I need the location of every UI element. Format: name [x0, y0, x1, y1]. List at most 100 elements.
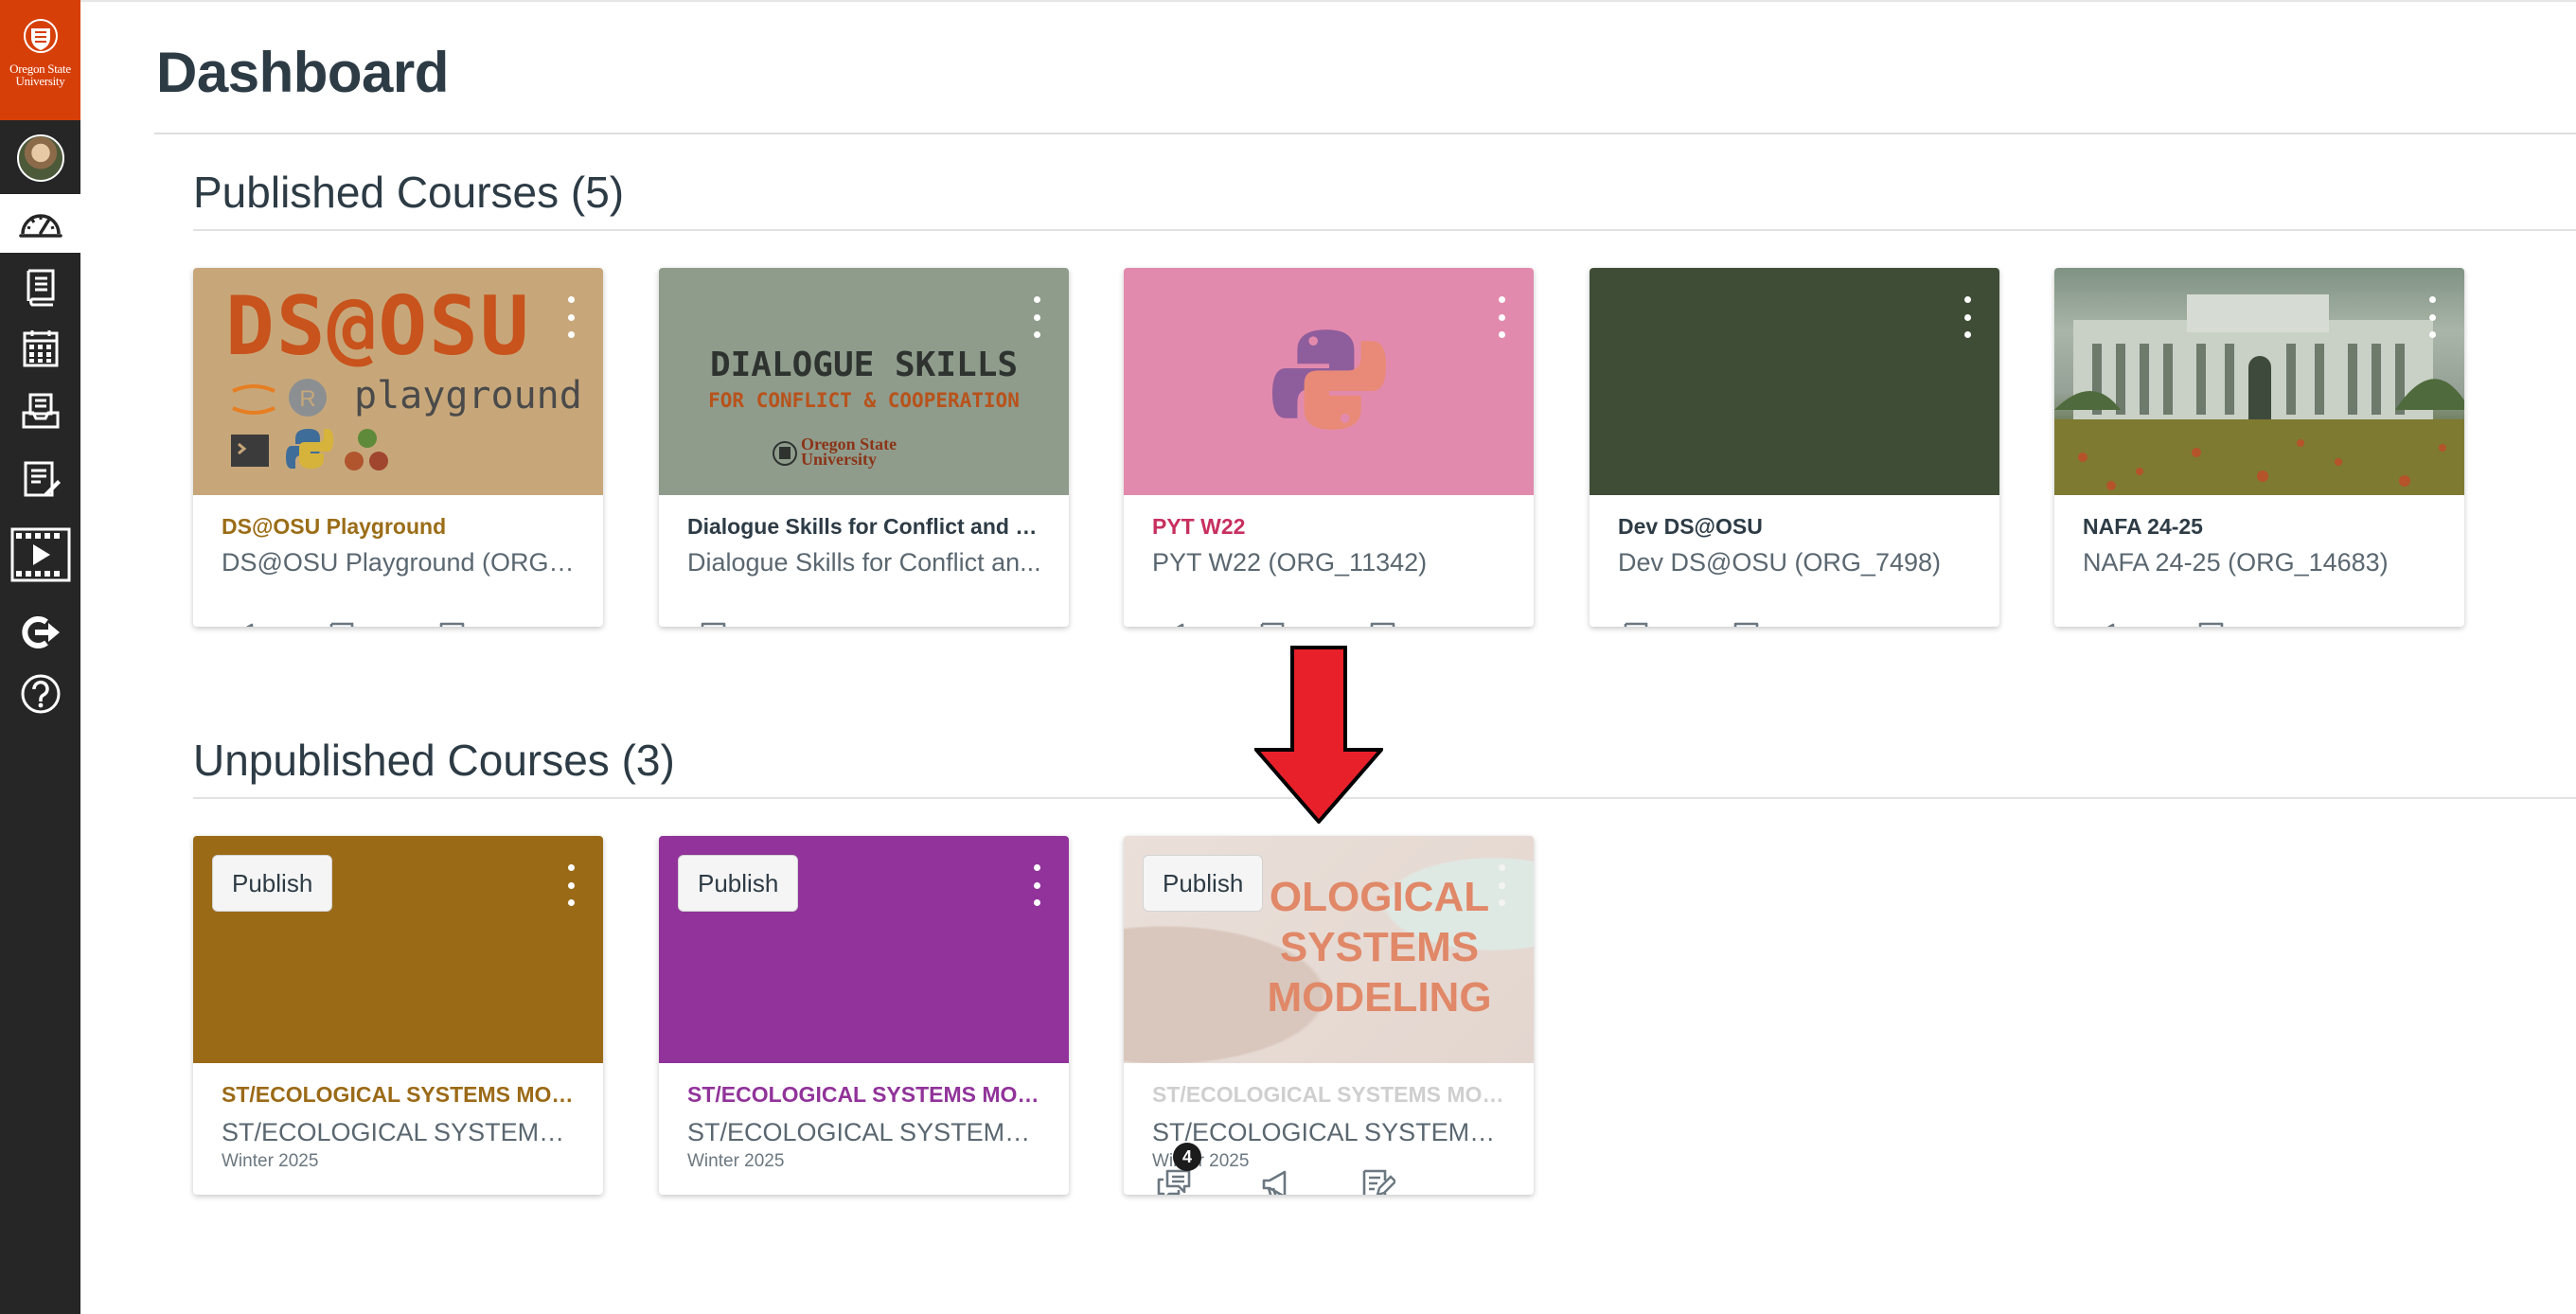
course-card-dev-ds-osu[interactable]: Dev DS@OSU Dev DS@OSU (ORG_7498)	[1590, 268, 1999, 627]
discussions-icon[interactable]: 4	[1150, 1143, 1201, 1195]
building-image	[2054, 294, 2464, 495]
global-nav: Oregon State University	[0, 0, 80, 1314]
course-card-dialogue-skills[interactable]: DIALOGUE SKILLS FOR CONFLICT & COOPERATI…	[659, 268, 1069, 627]
nav-item-logout[interactable]	[0, 603, 80, 662]
course-name: Dialogue Skills for Conflict an...	[687, 548, 1041, 577]
publish-button[interactable]: Publish	[678, 855, 799, 912]
course-card-st-ecological-3[interactable]: OLOGICAL SYSTEMS MODELING Publish ST/ECO…	[1124, 836, 1534, 1195]
course-card-st-ecological-2[interactable]: Publish ST/ECOLOGICAL SYSTEMS MOD... ST/…	[659, 836, 1069, 1195]
course-card-nafa-24-25[interactable]: NAFA 24-25 NAFA 24-25 (ORG_14683)	[2054, 268, 2464, 627]
calendar-icon	[23, 330, 58, 367]
assignments-icon[interactable]	[1616, 614, 1663, 627]
logo-line2: University	[15, 74, 65, 88]
published-divider	[193, 229, 2576, 231]
discussions-icon[interactable]	[1355, 614, 1402, 627]
nav-item-help[interactable]	[0, 665, 80, 723]
unread-badge: 4	[1173, 1143, 1201, 1171]
card-action-icons: 4	[1150, 1143, 1402, 1195]
nav-item-calendar[interactable]	[0, 319, 80, 378]
announcements-icon[interactable]	[1150, 614, 1198, 627]
course-card-hero[interactable]	[1590, 268, 1999, 495]
terminal-icon	[231, 435, 269, 467]
courses-icon	[27, 269, 54, 307]
r-logo-icon: R	[289, 379, 327, 417]
hero-line-1: OLOGICAL	[1269, 874, 1490, 920]
course-name: NAFA 24-25 (ORG_14683)	[2083, 548, 2389, 577]
card-options-menu[interactable]	[1025, 864, 1048, 906]
osu-seal-icon	[23, 19, 58, 53]
card-options-menu[interactable]	[560, 864, 582, 906]
course-card-hero[interactable]	[1124, 268, 1534, 495]
card-options-menu[interactable]	[2421, 296, 2443, 338]
course-term: Winter 2025	[222, 1151, 319, 1171]
hero-subtext: FOR CONFLICT & COOPERATION	[708, 389, 1020, 412]
card-options-menu[interactable]	[1490, 864, 1513, 906]
announcements-icon[interactable]	[1252, 1162, 1300, 1195]
avatar	[16, 134, 64, 182]
hero-subtext: playground	[354, 374, 582, 417]
course-code[interactable]: PYT W22	[1152, 514, 1512, 540]
announcements-icon[interactable]	[2081, 614, 2128, 627]
discussions-icon[interactable]	[2183, 614, 2230, 627]
dots-logo-icon	[345, 429, 388, 471]
svg-text:R: R	[299, 386, 315, 412]
discussions-icon[interactable]	[424, 614, 471, 627]
course-code[interactable]: DS@OSU Playground	[222, 514, 581, 540]
top-border	[80, 0, 2576, 2]
red-arrow-down-icon	[1254, 646, 1383, 824]
publish-button[interactable]: Publish	[212, 855, 333, 912]
nav-item-history[interactable]	[0, 449, 80, 507]
course-name: ST/ECOLOGICAL SYSTEMS ...	[222, 1118, 581, 1146]
assignments-icon[interactable]	[1252, 614, 1300, 627]
course-term: Winter 2025	[687, 1151, 785, 1171]
course-code[interactable]: ST/ECOLOGICAL SYSTEMS MOD...	[222, 1082, 581, 1108]
course-card-hero[interactable]: OLOGICAL SYSTEMS MODELING Publish	[1124, 836, 1534, 1063]
card-action-icons	[220, 614, 471, 627]
course-card-hero[interactable]: Publish	[659, 836, 1069, 1063]
course-name: PYT W22 (ORG_11342)	[1152, 548, 1428, 577]
python-logo-icon	[1272, 329, 1386, 430]
card-options-menu[interactable]	[1025, 296, 1048, 338]
unpublished-divider	[193, 797, 2576, 799]
course-card-hero[interactable]: DIALOGUE SKILLS FOR CONFLICT & COOPERATI…	[659, 268, 1069, 495]
nav-account[interactable]	[0, 130, 80, 186]
publish-button[interactable]: Publish	[1143, 855, 1264, 912]
studio-icon	[10, 527, 70, 582]
osu-logo[interactable]: Oregon State University	[0, 0, 80, 120]
hero-osu-line2: University	[801, 450, 877, 469]
course-card-hero[interactable]: Publish	[193, 836, 603, 1063]
history-icon	[24, 461, 61, 497]
course-card-ds-osu-playground[interactable]: DS@OSU R playground DS@OSU Playground DS…	[193, 268, 603, 627]
logout-icon	[21, 616, 60, 648]
announcements-icon[interactable]	[220, 614, 267, 627]
course-card-pyt-w22[interactable]: PYT W22 PYT W22 (ORG_11342)	[1124, 268, 1534, 627]
course-code[interactable]: ST/ECOLOGICAL SYSTEMS MOD...	[687, 1082, 1047, 1108]
assignments-icon[interactable]	[1355, 1162, 1402, 1195]
discussions-icon[interactable]	[1718, 614, 1766, 627]
card-options-menu[interactable]	[1956, 296, 1979, 338]
jupyter-logo-icon	[232, 384, 275, 415]
course-name: ST/ECOLOGICAL SYSTEMS ...	[687, 1118, 1047, 1146]
course-code[interactable]: Dialogue Skills for Conflict and Co...	[687, 514, 1047, 540]
course-card-st-ecological-1[interactable]: Publish ST/ECOLOGICAL SYSTEMS MOD... ST/…	[193, 836, 603, 1195]
nav-item-studio[interactable]	[0, 525, 80, 584]
discussions-icon[interactable]	[685, 614, 733, 627]
hero-text: DS@OSU	[225, 279, 531, 374]
page-title: Dashboard	[156, 41, 449, 104]
card-action-icons	[2081, 614, 2230, 627]
card-options-menu[interactable]	[560, 296, 582, 338]
course-card-hero[interactable]	[2054, 268, 2464, 495]
course-code[interactable]: Dev DS@OSU	[1618, 514, 1978, 540]
python-logo-icon	[286, 429, 333, 469]
course-code[interactable]: NAFA 24-25	[2083, 514, 2443, 540]
nav-item-courses[interactable]	[0, 257, 80, 316]
assignments-icon[interactable]	[322, 614, 369, 627]
course-name: Dev DS@OSU (ORG_7498)	[1618, 548, 1942, 577]
nav-item-dashboard[interactable]	[0, 194, 80, 253]
nav-item-inbox[interactable]	[0, 382, 80, 440]
course-code[interactable]: ST/ECOLOGICAL SYSTEMS MOD...	[1152, 1082, 1512, 1108]
card-options-menu[interactable]	[1490, 296, 1513, 338]
hero-line-2: SYSTEMS	[1279, 924, 1480, 970]
course-card-hero[interactable]: DS@OSU R playground	[193, 268, 603, 495]
hero-text: DIALOGUE SKILLS	[709, 346, 1019, 384]
